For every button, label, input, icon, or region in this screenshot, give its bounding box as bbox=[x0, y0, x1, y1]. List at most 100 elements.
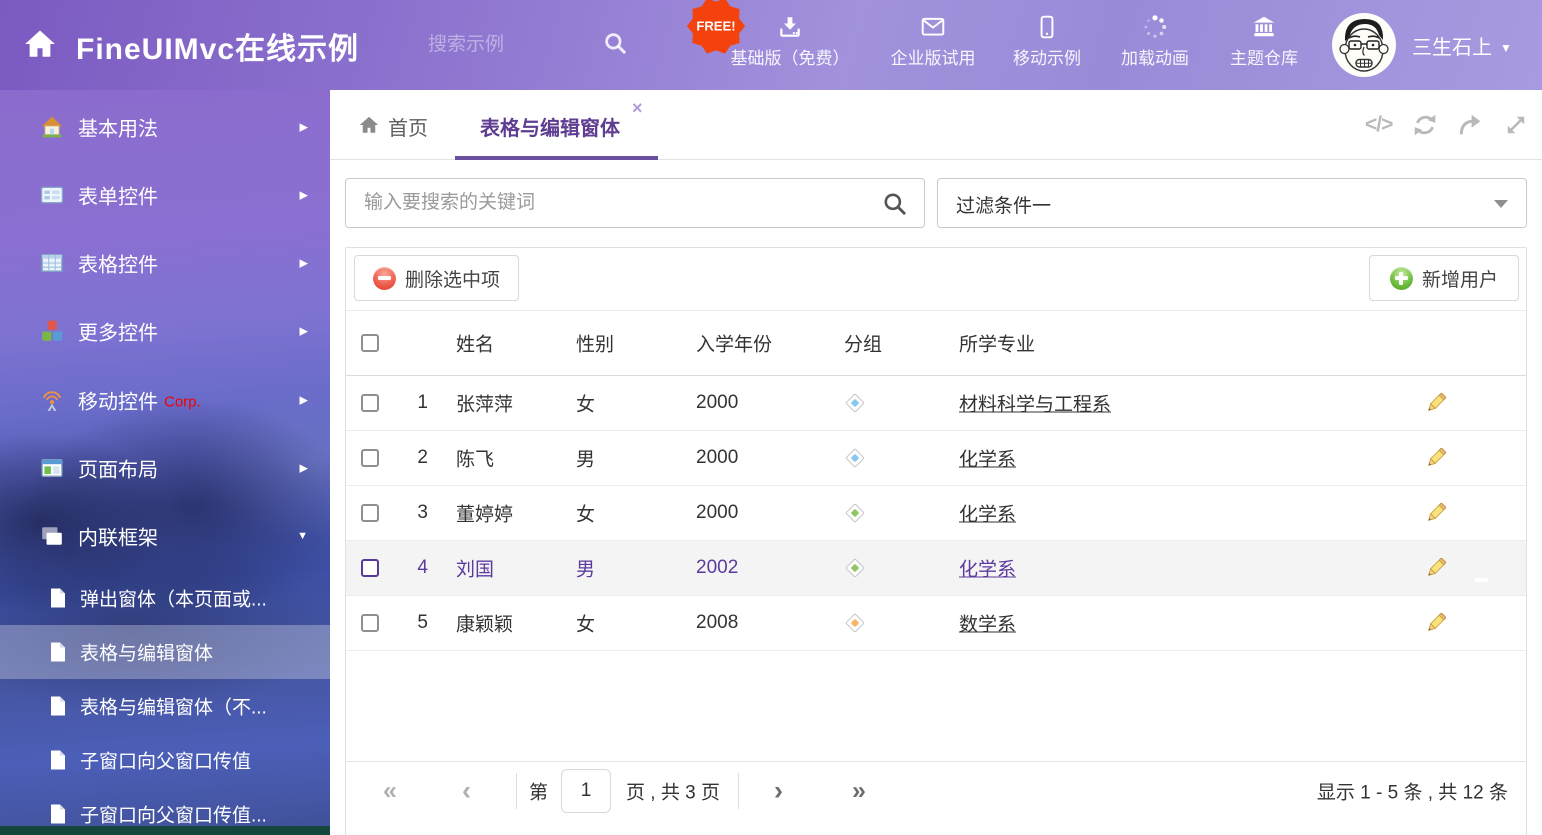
active-tab-underline bbox=[455, 156, 658, 160]
keyword-search-input[interactable] bbox=[364, 179, 864, 227]
column-header-name[interactable]: 姓名 bbox=[456, 330, 494, 357]
edit-pencil-icon[interactable] bbox=[1424, 501, 1448, 525]
first-page-button[interactable]: « bbox=[383, 776, 397, 805]
antenna-icon bbox=[40, 388, 64, 412]
nav-item-basic-free[interactable]: 基础版（免费） bbox=[715, 0, 865, 90]
view-source-icon[interactable]: </> bbox=[1365, 112, 1391, 138]
select-all-checkbox[interactable] bbox=[361, 334, 379, 352]
spinner-icon bbox=[1142, 14, 1168, 40]
cell-gender: 女 bbox=[576, 390, 595, 417]
sidebar-subitem-label: 子窗口向父窗口传值... bbox=[80, 801, 267, 828]
layout-icon bbox=[40, 456, 64, 480]
search-icon[interactable] bbox=[602, 30, 628, 56]
sidebar-item-label: 表格控件 bbox=[78, 249, 158, 278]
chevron-right-icon: ▶ bbox=[300, 394, 308, 407]
sidebar-subitem-popup-window[interactable]: 弹出窗体（本页面或... bbox=[0, 571, 330, 625]
major-link[interactable]: 材料科学与工程系 bbox=[959, 395, 1111, 416]
edit-pencil-icon[interactable] bbox=[1424, 611, 1448, 635]
sidebar-subitem-grid-edit-window-2[interactable]: 表格与编辑窗体（不... bbox=[0, 679, 330, 733]
sidebar-item-basic-usage[interactable]: 基本用法 ▶ bbox=[0, 93, 330, 161]
header-search-input[interactable] bbox=[428, 26, 598, 64]
nav-item-label: 移动示例 bbox=[992, 44, 1102, 69]
last-page-button[interactable]: » bbox=[852, 776, 866, 805]
chevron-down-icon: ▼ bbox=[1500, 41, 1512, 55]
chevron-down-icon bbox=[1494, 200, 1508, 208]
add-user-label: 新增用户 bbox=[1422, 265, 1498, 292]
column-header-group[interactable]: 分组 bbox=[844, 330, 882, 357]
row-checkbox[interactable] bbox=[361, 504, 379, 522]
close-icon[interactable]: × bbox=[632, 98, 643, 119]
sidebar-item-label: 表单控件 bbox=[78, 181, 158, 210]
chevron-right-icon: ▶ bbox=[300, 257, 308, 270]
tab-grid-edit-window[interactable]: 表格与编辑窗体 bbox=[480, 112, 620, 141]
cell-name: 张萍萍 bbox=[456, 390, 513, 417]
nav-item-mobile-demo[interactable]: 移动示例 bbox=[992, 0, 1102, 90]
prev-page-button[interactable]: ‹ bbox=[462, 775, 471, 806]
search-icon[interactable] bbox=[882, 191, 908, 217]
sidebar-subitem-label: 表格与编辑窗体（不... bbox=[80, 693, 267, 720]
table-row[interactable]: 3 董婷婷 女 2000 化学系 bbox=[346, 486, 1526, 541]
sidebar-item-label: 更多控件 bbox=[78, 317, 158, 346]
sidebar-item-mobile-controls[interactable]: 移动控件Corp. ▶ bbox=[0, 366, 330, 434]
cell-gender: 男 bbox=[576, 445, 595, 472]
nav-item-theme-repo[interactable]: 主题仓库 bbox=[1209, 0, 1319, 90]
user-menu[interactable]: 三生石上▼ bbox=[1412, 31, 1512, 60]
delete-selected-label: 删除选中项 bbox=[405, 265, 500, 292]
avatar[interactable] bbox=[1332, 13, 1396, 77]
column-header-major[interactable]: 所学专业 bbox=[959, 330, 1035, 357]
delete-selected-button[interactable]: 删除选中项 bbox=[354, 255, 519, 301]
share-forward-icon[interactable] bbox=[1457, 112, 1483, 138]
sidebar-item-inline-frame[interactable]: 内联框架 ▼ bbox=[0, 502, 330, 570]
column-header-gender[interactable]: 性别 bbox=[576, 330, 614, 357]
nav-item-label: 企业版试用 bbox=[868, 44, 998, 69]
major-link[interactable]: 化学系 bbox=[959, 450, 1016, 471]
sidebar-subitem-child-to-parent[interactable]: 子窗口向父窗口传值 bbox=[0, 733, 330, 787]
edit-pencil-icon[interactable] bbox=[1424, 556, 1448, 580]
expand-icon[interactable] bbox=[1503, 112, 1529, 138]
row-checkbox[interactable] bbox=[361, 394, 379, 412]
column-header-year[interactable]: 入学年份 bbox=[696, 330, 772, 357]
major-link[interactable]: 数学系 bbox=[959, 615, 1016, 636]
minus-icon bbox=[373, 267, 396, 290]
page-suffix: 页 , 共 3 页 bbox=[626, 777, 720, 804]
file-icon bbox=[48, 695, 68, 717]
sidebar-item-more-controls[interactable]: 更多控件 ▶ bbox=[0, 297, 330, 365]
top-header: FineUIMvc在线示例 FREE! 基础版（免费） 企业版试用 bbox=[0, 0, 1542, 90]
nav-item-enterprise-trial[interactable]: 企业版试用 bbox=[868, 0, 998, 90]
page-prefix: 第 bbox=[529, 777, 548, 804]
next-page-button[interactable]: › bbox=[774, 775, 783, 806]
cell-gender: 女 bbox=[576, 500, 595, 527]
refresh-icon[interactable] bbox=[1412, 112, 1438, 138]
download-icon bbox=[777, 14, 803, 40]
table-row-selected[interactable]: 4 刘国 男 2002 化学系 bbox=[346, 541, 1526, 596]
cell-year: 2008 bbox=[696, 612, 738, 634]
row-number: 5 bbox=[400, 612, 428, 634]
home-icon[interactable] bbox=[22, 27, 58, 61]
page-number-input[interactable] bbox=[561, 769, 611, 813]
row-checkbox[interactable] bbox=[361, 449, 379, 467]
sidebar-item-grid-controls[interactable]: 表格控件 ▶ bbox=[0, 229, 330, 297]
major-link[interactable]: 化学系 bbox=[959, 505, 1016, 526]
envelope-icon bbox=[920, 14, 946, 40]
nav-item-label: 基础版（免费） bbox=[715, 44, 865, 69]
add-user-button[interactable]: 新增用户 bbox=[1369, 255, 1519, 301]
table-row[interactable]: 2 陈飞 男 2000 化学系 bbox=[346, 431, 1526, 486]
corp-badge: Corp. bbox=[164, 394, 201, 411]
table-row[interactable]: 1 张萍萍 女 2000 材料科学与工程系 bbox=[346, 376, 1526, 431]
nav-item-label: 主题仓库 bbox=[1209, 44, 1319, 69]
edit-pencil-icon[interactable] bbox=[1424, 391, 1448, 415]
filter-dropdown[interactable]: 过滤条件一 bbox=[937, 178, 1527, 228]
sidebar-subitem-grid-edit-window[interactable]: 表格与编辑窗体 bbox=[0, 625, 330, 679]
keyword-search-box bbox=[345, 178, 925, 228]
nav-item-loading-animation[interactable]: 加载动画 bbox=[1100, 0, 1210, 90]
pager-divider bbox=[738, 773, 739, 809]
edit-pencil-icon[interactable] bbox=[1424, 446, 1448, 470]
row-checkbox[interactable] bbox=[361, 614, 379, 632]
form-icon bbox=[40, 183, 64, 207]
bank-icon bbox=[1251, 14, 1277, 40]
row-checkbox[interactable] bbox=[361, 559, 379, 577]
major-link[interactable]: 化学系 bbox=[959, 560, 1016, 581]
sidebar-item-form-controls[interactable]: 表单控件 ▶ bbox=[0, 161, 330, 229]
table-row[interactable]: 5 康颖颖 女 2008 数学系 bbox=[346, 596, 1526, 651]
sidebar-item-page-layout[interactable]: 页面布局 ▶ bbox=[0, 434, 330, 502]
